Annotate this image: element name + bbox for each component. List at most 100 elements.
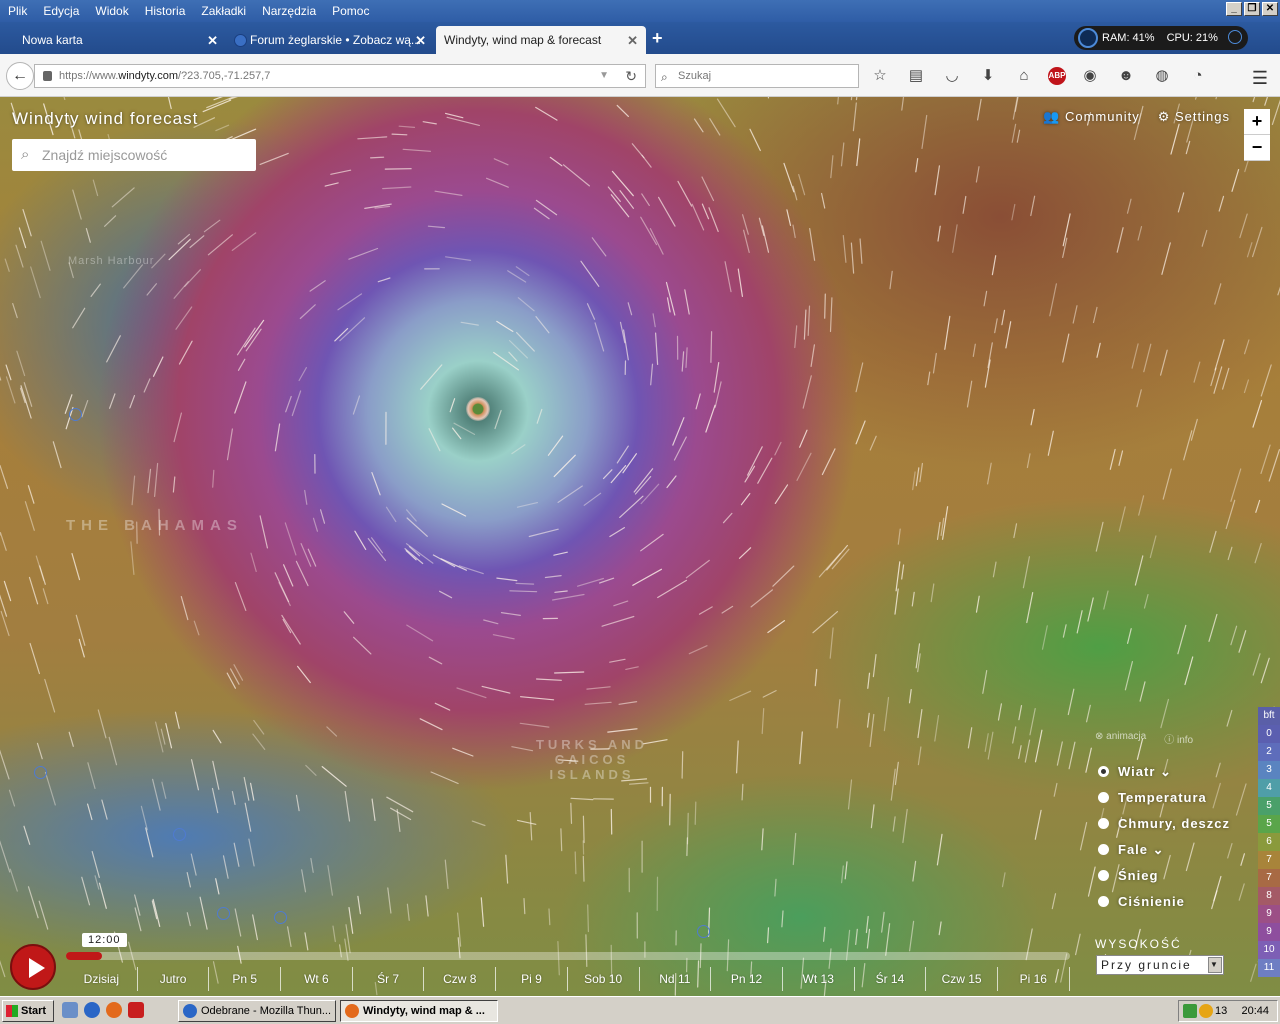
- layer-wind[interactable]: Wiatr ⌄: [1098, 764, 1230, 790]
- tab-forum[interactable]: Forum żeglarskie • Zobacz wą... ✕: [228, 26, 434, 54]
- menu-narzedzia[interactable]: Narzędzia: [254, 4, 324, 18]
- layer-waves[interactable]: Fale ⌄: [1098, 842, 1230, 868]
- start-button[interactable]: Start: [2, 1000, 54, 1022]
- add-icon[interactable]: [1228, 30, 1242, 44]
- timeline-day[interactable]: Pn 12: [711, 967, 783, 991]
- wind-map[interactable]: THE BAHAMAS TURKS AND CAICOS ISLANDS Mar…: [0, 97, 1280, 996]
- layer-clouds-rain[interactable]: Chmury, deszcz: [1098, 816, 1230, 842]
- timeline-day[interactable]: Dzisiaj: [66, 967, 138, 991]
- wind-streak: [97, 709, 107, 739]
- home-icon[interactable]: ⌂: [1012, 64, 1036, 88]
- timeline-day[interactable]: Śr 7: [353, 967, 425, 991]
- zoom-in-button[interactable]: +: [1244, 109, 1270, 135]
- city-marker[interactable]: [274, 911, 287, 924]
- wind-streak: [108, 736, 118, 766]
- menu-zakladki[interactable]: Zakładki: [193, 4, 254, 18]
- wind-streak: [1047, 430, 1054, 456]
- close-tab-icon[interactable]: ✕: [627, 33, 638, 49]
- wind-streak: [609, 527, 626, 538]
- task-thunderbird[interactable]: Odebrane - Mozilla Thun...: [178, 1000, 336, 1022]
- timeline-day[interactable]: Sob 10: [568, 967, 640, 991]
- menu-historia[interactable]: Historia: [137, 4, 194, 18]
- layer-temperature[interactable]: Temperatura: [1098, 790, 1230, 816]
- minimize-button[interactable]: _: [1226, 2, 1242, 16]
- city-marker[interactable]: [697, 925, 710, 938]
- task-firefox[interactable]: Windyty, wind map & ...: [340, 1000, 498, 1022]
- city-marker[interactable]: [173, 828, 186, 841]
- timeline-day[interactable]: Czw 8: [424, 967, 497, 991]
- search-input[interactable]: ⌕ Szukaj: [655, 64, 859, 88]
- thunderbird-icon[interactable]: [84, 1002, 100, 1018]
- network-icon[interactable]: [1183, 1004, 1197, 1018]
- timeline-day[interactable]: Pi 9: [496, 967, 568, 991]
- adblock-icon[interactable]: ABP: [1048, 67, 1066, 85]
- community-link[interactable]: 👥 Community: [1043, 109, 1140, 125]
- timeline-day[interactable]: Wt 13: [783, 967, 855, 991]
- chevron-down-icon[interactable]: ⌄: [1153, 842, 1165, 857]
- new-tab-button[interactable]: +: [652, 28, 663, 49]
- menu-icon[interactable]: ☰: [1252, 68, 1268, 89]
- city-marker[interactable]: [217, 907, 230, 920]
- layer-pressure[interactable]: Ciśnienie: [1098, 894, 1230, 920]
- wind-streak: [1214, 339, 1225, 371]
- timeline-day[interactable]: Wt 6: [281, 967, 353, 991]
- timeline-track[interactable]: [66, 952, 1070, 960]
- wind-streak: [994, 318, 998, 334]
- wind-streak: [528, 528, 559, 538]
- chat-icon[interactable]: ☻: [1114, 64, 1138, 88]
- location-search-input[interactable]: ⌕ Znajdź miejscowość: [12, 139, 256, 171]
- pocket-icon[interactable]: ◡: [940, 64, 964, 88]
- menu-pomoc[interactable]: Pomoc: [324, 4, 377, 18]
- timeline-day[interactable]: Śr 14: [855, 967, 927, 991]
- desktop-icon[interactable]: [62, 1002, 78, 1018]
- timeline-day[interactable]: Pn 5: [209, 967, 282, 991]
- wind-streak: [29, 642, 41, 675]
- wind-streak: [602, 469, 613, 480]
- close-window-button[interactable]: ✕: [1262, 2, 1278, 16]
- wind-streak: [243, 776, 250, 801]
- altitude-select[interactable]: Przy gruncie ▼: [1096, 955, 1224, 975]
- weather-icon[interactable]: [1199, 1004, 1213, 1018]
- wind-streak: [1103, 590, 1109, 610]
- timeline-day[interactable]: Nd 11: [640, 967, 712, 991]
- play-button[interactable]: [10, 944, 56, 990]
- tab-windyty[interactable]: Windyty, wind map & forecast ✕: [436, 26, 646, 54]
- tab-new[interactable]: Nowa karta ✕: [0, 26, 226, 54]
- wind-streak: [248, 838, 255, 867]
- wind-streak: [253, 719, 265, 735]
- wind-streak: [984, 359, 991, 388]
- bookmark-star-icon[interactable]: ☆: [868, 64, 892, 88]
- timeline-day[interactable]: Pi 16: [998, 967, 1070, 991]
- close-tab-icon[interactable]: ✕: [415, 33, 426, 49]
- info-toggle[interactable]: ⓘ info: [1164, 731, 1193, 746]
- settings-link[interactable]: ⚙ Settings: [1158, 109, 1230, 125]
- back-button[interactable]: ←: [6, 62, 34, 90]
- timeline-day[interactable]: Czw 15: [926, 967, 998, 991]
- wind-streak: [1243, 379, 1250, 394]
- zoom-out-button[interactable]: −: [1244, 135, 1270, 161]
- download-icon[interactable]: ⬇: [976, 64, 1000, 88]
- url-dropdown-icon[interactable]: ▼: [599, 65, 609, 87]
- menu-plik[interactable]: Plik: [0, 4, 35, 18]
- chevron-down-icon[interactable]: ⌄: [1160, 764, 1172, 779]
- url-bar[interactable]: https://www.windyty.com/?23.705,-71.257,…: [34, 64, 646, 88]
- sync-icon[interactable]: ◔: [1186, 64, 1210, 88]
- firefox-icon[interactable]: [106, 1002, 122, 1018]
- layer-snow[interactable]: Śnieg: [1098, 868, 1230, 894]
- menu-widok[interactable]: Widok: [87, 4, 136, 18]
- menu-edycja[interactable]: Edycja: [35, 4, 87, 18]
- restore-button[interactable]: ❐: [1244, 2, 1260, 16]
- app-icon[interactable]: [128, 1002, 144, 1018]
- reload-icon[interactable]: ↻: [625, 65, 637, 87]
- wind-streak: [226, 428, 233, 461]
- reading-list-icon[interactable]: ▤: [904, 64, 928, 88]
- close-tab-icon[interactable]: ✕: [207, 33, 218, 49]
- timeline-day[interactable]: Jutro: [138, 967, 210, 991]
- city-marker[interactable]: [34, 766, 47, 779]
- extension-icon[interactable]: ◉: [1078, 64, 1102, 88]
- animation-toggle[interactable]: ⊗ animacja: [1095, 731, 1146, 746]
- wind-streak: [1252, 400, 1263, 428]
- city-marker[interactable]: [69, 408, 82, 421]
- wind-streak: [634, 476, 652, 495]
- globe-icon[interactable]: ◍: [1150, 64, 1174, 88]
